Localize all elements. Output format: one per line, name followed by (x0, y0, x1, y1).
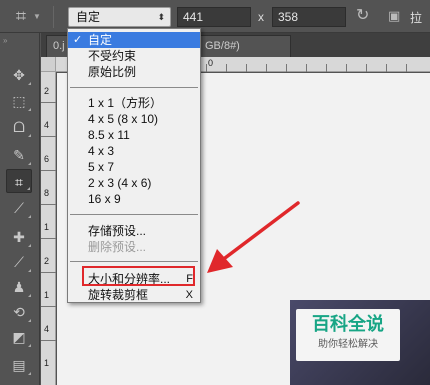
crop-ratio-select[interactable]: 自定 ⬍ (68, 7, 171, 27)
menu-item-label: 原始比例 (88, 65, 137, 79)
move-icon: ✥ (13, 67, 25, 83)
check-icon: ✓ (73, 34, 83, 46)
menu-item-ratio-4x3[interactable]: 4 x 3 (68, 143, 200, 159)
menu-divider (70, 261, 198, 262)
document-tab-mode: GB/8#) (205, 40, 240, 52)
history-brush-tool[interactable]: ⟲ (6, 300, 32, 324)
ruler-tick-label: 1 (44, 290, 50, 300)
menu-item-label: 4 x 5 (8 x 10) (88, 112, 159, 126)
eyedropper-tool[interactable]: ⟋ (6, 196, 32, 220)
straighten-icon[interactable]: ▣ (388, 8, 404, 24)
lasso-icon: ᗝ (13, 119, 25, 135)
menu-item-label: 1 x 1（方形） (88, 96, 163, 110)
gradient-icon: ▤ (12, 357, 26, 373)
menu-item-label: 16 x 9 (88, 192, 121, 206)
gradient-tool[interactable]: ▤ (6, 353, 32, 377)
menu-item-ratio-2x3[interactable]: 2 x 3 (4 x 6) (68, 175, 200, 191)
options-divider (53, 6, 54, 28)
move-tool[interactable]: ✥ (6, 63, 32, 87)
history-brush-icon: ⟲ (13, 304, 25, 320)
menu-item-unconstrained[interactable]: 不受约束 (68, 48, 200, 64)
crop-ratio-value: 自定 (76, 10, 101, 24)
brush-icon: ⟋ (14, 254, 24, 270)
menu-item-shortcut: X (185, 289, 193, 301)
ruler-origin[interactable] (41, 57, 56, 72)
tool-preset-dropdown-icon[interactable]: ▼ (33, 12, 41, 21)
ruler-tick-label: 1 (44, 358, 50, 368)
menu-item-label: 8.5 x 11 (88, 128, 130, 142)
menu-item-label: 4 x 3 (88, 144, 115, 158)
healing-icon: ✚ (13, 229, 25, 245)
crop-ratio-menu: ✓ 自定 不受约束 原始比例 1 x 1（方形） 4 x 5 (8 x 10) … (67, 28, 201, 303)
brush-tool[interactable]: ⟋ (6, 250, 32, 274)
quick-select-tool[interactable]: ✎ (6, 143, 32, 167)
menu-item-label: 删除预设... (88, 240, 147, 254)
menu-item-ratio-1x1[interactable]: 1 x 1（方形） (68, 95, 200, 111)
crop-tool[interactable]: ⌗ (6, 169, 32, 193)
annotation-highlight-box (82, 266, 195, 286)
lasso-tool[interactable]: ᗝ (6, 115, 32, 139)
stamp-icon: ♟ (12, 279, 26, 295)
menu-item-ratio-5x7[interactable]: 5 x 7 (68, 159, 200, 175)
tools-panel: » ✥ ⬚ ᗝ ✎ ⌗ ⟋ ✚ ⟋ ♟ ⟲ ◩ ▤ (0, 33, 40, 385)
select-caret-icon: ⬍ (157, 12, 165, 22)
watermark-title: 百科全说 (312, 314, 384, 335)
ruler-tick-label: 4 (44, 120, 50, 130)
crop-icon: ⌗ (15, 174, 23, 190)
healing-tool[interactable]: ✚ (6, 225, 32, 249)
marquee-tool[interactable]: ⬚ (6, 89, 32, 113)
ruler-tick-label: 6 (44, 154, 50, 164)
dimension-separator: x (258, 10, 264, 24)
watermark-subtitle: 助你轻松解决 (318, 339, 378, 350)
swap-icon[interactable]: ↻ (356, 7, 374, 25)
ruler-tick-label: 1 (44, 222, 50, 232)
marquee-icon: ⬚ (12, 93, 26, 109)
menu-item-label: 存储预设... (88, 224, 147, 238)
menu-item-ratio-16x9[interactable]: 16 x 9 (68, 191, 200, 207)
eraser-icon: ◩ (12, 329, 26, 345)
watermark-logo: 百科全说 助你轻松解决 (296, 309, 400, 361)
crop-height-field[interactable]: 358 (272, 7, 346, 27)
ruler-tick-label: 4 (44, 324, 50, 334)
document-tab-name: 0.j (53, 40, 65, 52)
annotation-arrow-icon (207, 201, 300, 273)
eraser-tool[interactable]: ◩ (6, 325, 32, 349)
menu-item-delete-preset: 删除预设... (68, 239, 200, 255)
menu-item-original-ratio[interactable]: 原始比例 (68, 64, 200, 80)
menu-item-label: 不受约束 (88, 49, 137, 63)
eyedropper-icon: ⟋ (14, 200, 24, 216)
quick-select-icon: ✎ (13, 147, 25, 163)
menu-item-label: 5 x 7 (88, 160, 115, 174)
options-bar: ⌗ ▼ 自定 ⬍ 441 x 358 ↻ ▣ 拉 (0, 0, 430, 33)
crop-width-field[interactable]: 441 (177, 7, 251, 27)
ruler-tick-label: 2 (44, 86, 50, 96)
menu-item-rotate-crop-box[interactable]: 旋转裁剪框 X (68, 287, 200, 303)
ruler-vertical[interactable]: 2 4 6 8 1 2 1 4 1 (41, 72, 56, 385)
stamp-tool[interactable]: ♟ (6, 275, 32, 299)
menu-divider (70, 87, 198, 88)
menu-item-label: 2 x 3 (4 x 6) (88, 176, 152, 190)
menu-item-ratio-8.5x11[interactable]: 8.5 x 11 (68, 127, 200, 143)
straighten-label[interactable]: 拉 (410, 9, 422, 26)
panel-grip-icon[interactable]: » (3, 36, 8, 45)
ruler-tick-label: 2 (44, 256, 50, 266)
menu-item-save-preset[interactable]: 存储预设... (68, 223, 200, 239)
crop-tool-preset-icon[interactable]: ⌗ (10, 6, 32, 28)
menu-item-label: 自定 (88, 33, 113, 47)
ruler-tick-label: 0 (208, 58, 214, 68)
menu-item-custom[interactable]: ✓ 自定 (68, 32, 200, 48)
menu-divider (70, 214, 198, 215)
menu-item-label: 旋转裁剪框 (88, 288, 149, 302)
ruler-tick-label: 8 (44, 188, 50, 198)
menu-item-ratio-4x5[interactable]: 4 x 5 (8 x 10) (68, 111, 200, 127)
